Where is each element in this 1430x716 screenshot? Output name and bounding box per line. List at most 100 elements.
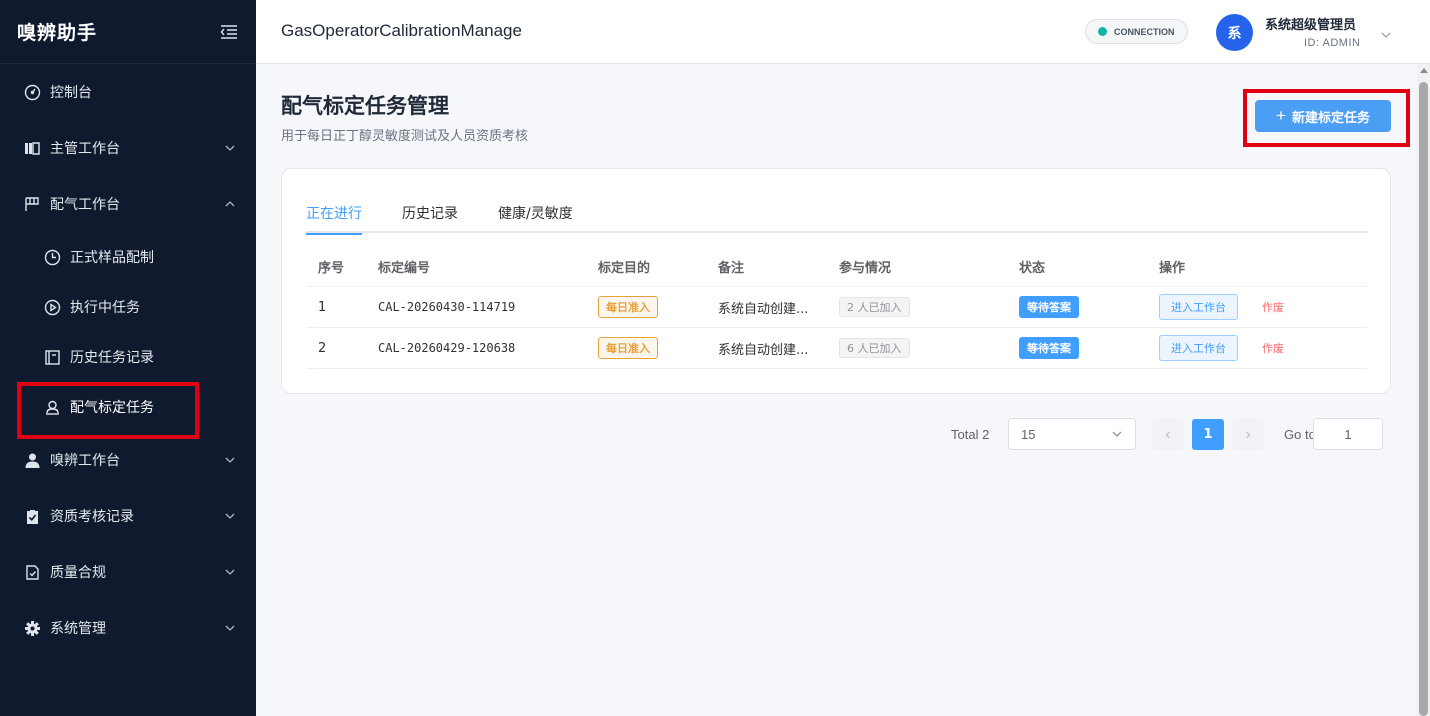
goto-label: Go to — [1284, 427, 1316, 442]
connection-status-dot — [1098, 27, 1107, 36]
sidebar-item-formal-sample[interactable]: 正式样品配制 — [0, 232, 256, 282]
void-link[interactable]: 作废 — [1262, 340, 1284, 356]
sidebar-item-supervisor[interactable]: 主管工作台 — [0, 120, 256, 176]
dashboard-icon — [24, 84, 41, 101]
enter-workbench-button[interactable]: 进入工作台 — [1159, 294, 1238, 320]
row-code: CAL-20260430-114719 — [378, 300, 516, 314]
new-calibration-task-button[interactable]: + 新建标定任务 — [1255, 100, 1391, 132]
new-task-highlight: + 新建标定任务 — [1243, 89, 1410, 147]
sidebar-item-calibration-tasks[interactable]: 配气标定任务 — [0, 382, 256, 439]
brand-title: 嗅辨助手 — [17, 22, 98, 44]
next-page-button[interactable] — [1232, 419, 1264, 450]
scrollbar-thumb[interactable] — [1419, 82, 1428, 716]
joined-tag: 2 人已加入 — [839, 297, 910, 317]
row-join-cell: 6 人已加入 — [839, 338, 1019, 358]
sidebar-item-label: 控制台 — [50, 85, 92, 101]
pagination-total: Total 2 — [951, 427, 990, 442]
page-title: 配气标定任务管理 — [281, 94, 449, 118]
sidebar-item-label: 系统管理 — [50, 621, 106, 637]
tabs: 正在进行 历史记录 健康/灵敏度 — [306, 203, 1367, 235]
header-title: GasOperatorCalibrationManage — [281, 21, 522, 40]
purpose-tag: 每日准入 — [598, 296, 658, 318]
page-button-current[interactable]: 1 — [1192, 419, 1224, 450]
connection-label: CONNECTION — [1114, 26, 1175, 37]
row-code: CAL-20260429-120638 — [378, 341, 516, 355]
sidebar-item-qualification[interactable]: 资质考核记录 — [0, 488, 256, 544]
row-seq: 2 — [318, 340, 327, 356]
chevron-down-icon — [224, 622, 236, 634]
tab-in-progress[interactable]: 正在进行 — [306, 203, 362, 235]
sidebar-item-label: 正式样品配制 — [70, 250, 154, 266]
sidebar-item-label: 历史任务记录 — [70, 350, 154, 366]
row-status-cell: 等待答案 — [1019, 296, 1159, 318]
purpose-tag: 每日准入 — [598, 337, 658, 359]
user-id: ID: ADMIN — [1304, 37, 1361, 49]
column-header: 状态 — [1019, 261, 1046, 276]
column-header: 序号 — [318, 261, 345, 276]
row-note: 系统自动创建... — [718, 301, 809, 317]
document-check-icon — [24, 564, 41, 581]
chevron-down-icon — [224, 142, 236, 154]
sidebar-item-gas-workbench[interactable]: 配气工作台 — [0, 176, 256, 232]
task-card: 正在进行 历史记录 健康/灵敏度 序号 标定编号 标定目的 备注 参与情况 状态… — [281, 168, 1391, 394]
prev-page-button[interactable] — [1152, 419, 1184, 450]
new-task-label: 新建标定任务 — [1291, 109, 1370, 125]
user-menu-chevron-icon[interactable] — [1380, 26, 1392, 38]
joined-tag: 6 人已加入 — [839, 338, 910, 358]
connection-badge: CONNECTION — [1085, 19, 1188, 44]
tab-health-sensitivity[interactable]: 健康/灵敏度 — [498, 203, 573, 233]
page-size-value: 15 — [1021, 426, 1036, 442]
sidebar-item-task-history[interactable]: 历史任务记录 — [0, 332, 256, 382]
goto-page-input[interactable] — [1313, 418, 1383, 450]
table-row: 2 CAL-20260429-120638 每日准入 系统自动创建... 6 人… — [306, 328, 1367, 369]
sidebar-brand: 嗅辨助手 — [0, 0, 256, 64]
gear-icon — [24, 620, 41, 637]
chevron-up-icon — [224, 198, 236, 210]
row-purpose-cell: 每日准入 — [598, 337, 718, 359]
sidebar-item-label: 配气标定任务 — [70, 400, 154, 416]
sidebar-item-sniff-workbench[interactable]: 嗅辨工作台 — [0, 432, 256, 488]
menu-collapse-icon[interactable] — [220, 24, 238, 40]
column-header: 标定编号 — [378, 261, 431, 276]
scroll-up-arrow-icon[interactable] — [1420, 68, 1428, 73]
chevron-down-icon — [1111, 428, 1123, 440]
tab-history[interactable]: 历史记录 — [402, 203, 458, 233]
enter-workbench-button[interactable]: 进入工作台 — [1159, 335, 1238, 361]
status-badge: 等待答案 — [1019, 296, 1079, 318]
sidebar-item-dashboard[interactable]: 控制台 — [0, 64, 256, 120]
clock-icon — [44, 249, 61, 266]
flag-icon — [24, 196, 41, 213]
task-table: 序号 标定编号 标定目的 备注 参与情况 状态 操作 1 CAL-2026043… — [306, 247, 1367, 369]
column-header: 备注 — [718, 261, 745, 276]
sidebar-item-label: 嗅辨工作台 — [50, 453, 120, 469]
column-header: 标定目的 — [598, 261, 651, 276]
status-badge: 等待答案 — [1019, 337, 1079, 359]
row-ops-cell: 进入工作台 作废 — [1159, 294, 1367, 320]
sidebar-item-system[interactable]: 系统管理 — [0, 600, 256, 656]
chevron-down-icon — [224, 510, 236, 522]
clipboard-check-icon — [24, 508, 41, 525]
avatar[interactable]: 系 — [1216, 14, 1253, 51]
row-purpose-cell: 每日准入 — [598, 296, 718, 318]
column-header: 参与情况 — [839, 261, 892, 276]
column-header: 操作 — [1159, 261, 1186, 276]
page-subtitle: 用于每日正丁醇灵敏度测试及人员资质考核 — [281, 129, 529, 144]
user-name[interactable]: 系统超级管理员 — [1265, 14, 1356, 33]
sidebar-item-label: 资质考核记录 — [50, 509, 134, 525]
sidebar-item-quality[interactable]: 质量合规 — [0, 544, 256, 600]
sidebar-item-running-tasks[interactable]: 执行中任务 — [0, 282, 256, 332]
void-link[interactable]: 作废 — [1262, 299, 1284, 315]
sidebar-item-label: 执行中任务 — [70, 300, 140, 316]
table-row: 1 CAL-20260430-114719 每日准入 系统自动创建... 2 人… — [306, 287, 1367, 328]
sidebar-item-label: 质量合规 — [50, 565, 106, 581]
sidebar-menu: 控制台 主管工作台 配气工作台 正式样品配制 执行中任务 历史任务记录 配气标定… — [0, 64, 256, 656]
user-icon — [44, 399, 61, 416]
row-join-cell: 2 人已加入 — [839, 297, 1019, 317]
chevron-down-icon — [224, 566, 236, 578]
page-size-select[interactable]: 15 — [1008, 418, 1136, 450]
sidebar-item-label: 配气工作台 — [50, 197, 120, 213]
chevron-down-icon — [224, 454, 236, 466]
row-ops-cell: 进入工作台 作废 — [1159, 335, 1367, 361]
top-header: GasOperatorCalibrationManage CONNECTION … — [256, 0, 1430, 64]
vertical-scrollbar[interactable] — [1417, 64, 1430, 716]
